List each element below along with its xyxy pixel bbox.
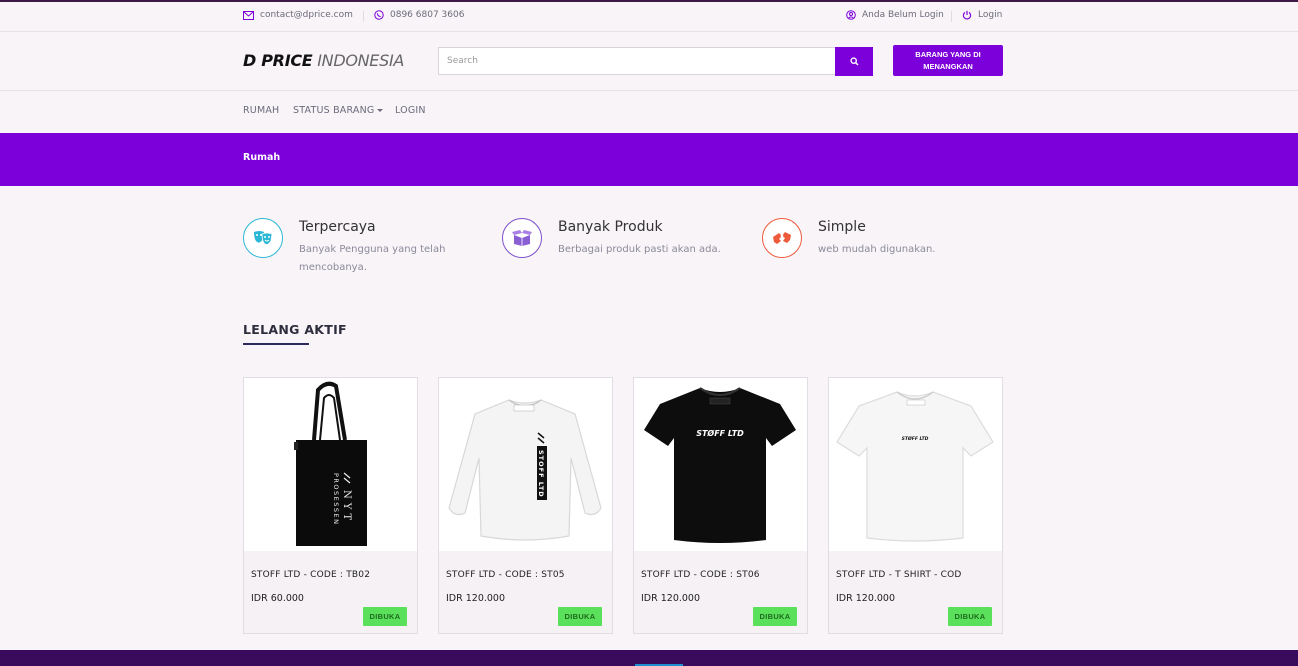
- power-icon: [962, 10, 972, 20]
- contact-phone[interactable]: 0896 6807 3606: [374, 10, 464, 20]
- top-bar: contact@dprice.com 0896 6807 3606 Anda B…: [0, 0, 1298, 32]
- breadcrumb: Rumah: [0, 133, 1298, 186]
- tote-text: PROSESSEN: [332, 473, 340, 526]
- login-link[interactable]: Login: [962, 10, 1002, 20]
- whatsapp-icon: [374, 10, 384, 20]
- section-title: LELANG AKTIF: [243, 322, 347, 337]
- feature-title: Banyak Produk: [558, 219, 663, 235]
- login-link-text: Login: [978, 10, 1003, 20]
- main-nav: RUMAH STATUS BARANG LOGIN: [0, 92, 1298, 133]
- product-price: IDR 120.000: [446, 593, 506, 604]
- footer: [0, 650, 1298, 666]
- product-image-tote-bag[interactable]: PROSESSEN NYT: [244, 378, 417, 551]
- masks-icon: [254, 231, 273, 245]
- feature-icon-circle: [502, 218, 542, 258]
- logo-light-text: INDONESIA: [317, 51, 405, 70]
- product-card[interactable]: PROSESSEN NYT STOFF LTD - CODE : TB02 ID…: [243, 377, 418, 634]
- feature-title: Terpercaya: [299, 219, 376, 235]
- product-name[interactable]: STOFF LTD - CODE : ST06: [641, 570, 760, 580]
- nav-item-label: STATUS BARANG: [293, 105, 375, 116]
- feature-description: web mudah digunakan.: [818, 244, 936, 255]
- feature-description: Banyak Pengguna yang telah mencobanya.: [299, 244, 446, 273]
- login-status-text: Anda Belum Login: [862, 10, 944, 20]
- feature-icon-circle: [243, 218, 283, 258]
- search-button[interactable]: [835, 47, 873, 76]
- feature-description: Berbagai produk pasti akan ada.: [558, 244, 721, 255]
- product-name[interactable]: STOFF LTD - CODE : ST05: [446, 570, 565, 580]
- site-logo[interactable]: D PRICE INDONESIA: [243, 51, 404, 70]
- search-icon: [849, 57, 859, 66]
- box-icon: [512, 230, 532, 246]
- caret-down-icon: [377, 109, 384, 112]
- feature-title: Simple: [818, 219, 866, 235]
- won-items-button[interactable]: BARANG YANG DI MENANGKAN: [893, 45, 1003, 76]
- status-badge[interactable]: DIBUKA: [363, 607, 407, 626]
- nav-item-login[interactable]: LOGIN: [395, 105, 426, 116]
- divider: [363, 11, 364, 22]
- status-badge[interactable]: DIBUKA: [558, 607, 602, 626]
- tshirt-text-small: STØFF LTD: [902, 435, 929, 442]
- login-status: Anda Belum Login: [846, 10, 944, 20]
- product-price: IDR 60.000: [251, 593, 304, 604]
- contact-email[interactable]: contact@dprice.com: [243, 10, 353, 20]
- feature-icon-circle: [762, 218, 802, 258]
- feature-banyak-produk: Banyak Produk Berbagai produk pasti akan…: [502, 218, 728, 259]
- section-underline: [243, 343, 309, 345]
- product-name[interactable]: STOFF LTD - T SHIRT - COD: [836, 570, 962, 580]
- status-badge[interactable]: DIBUKA: [753, 607, 797, 626]
- product-name[interactable]: STOFF LTD - CODE : TB02: [251, 570, 370, 580]
- nav-item-rumah[interactable]: RUMAH: [243, 105, 279, 116]
- envelope-icon: [243, 10, 254, 20]
- feature-terpercaya: Terpercaya Banyak Pengguna yang telah me…: [243, 218, 469, 277]
- product-price: IDR 120.000: [836, 593, 896, 604]
- product-card[interactable]: STOFF LTD STOFF LTD - CODE : ST05 IDR 12…: [438, 377, 613, 634]
- search-input[interactable]: [438, 47, 836, 75]
- longsleeve-text: STOFF LTD: [537, 450, 545, 498]
- hands-icon: [773, 232, 791, 244]
- logo-bold-text: D PRICE: [243, 51, 313, 70]
- nav-item-status-barang[interactable]: STATUS BARANG: [293, 105, 384, 116]
- contact-email-text: contact@dprice.com: [260, 10, 353, 20]
- product-price: IDR 120.000: [641, 593, 701, 604]
- product-image-white-longsleeve[interactable]: STOFF LTD: [439, 378, 612, 551]
- tshirt-text: STØFF LTD: [696, 428, 744, 438]
- tote-text-2: NYT: [341, 490, 352, 524]
- product-image-white-tshirt[interactable]: STØFF LTD: [829, 378, 1002, 551]
- feature-simple: Simple web mudah digunakan.: [762, 218, 988, 259]
- product-card[interactable]: STØFF LTD STOFF LTD - T SHIRT - COD IDR …: [828, 377, 1003, 634]
- user-icon: [846, 10, 856, 20]
- product-card[interactable]: STØFF LTD STOFF LTD - CODE : ST06 IDR 12…: [633, 377, 808, 634]
- contact-phone-text: 0896 6807 3606: [390, 10, 465, 20]
- divider: [951, 11, 952, 22]
- breadcrumb-current: Rumah: [243, 152, 281, 163]
- status-badge[interactable]: DIBUKA: [948, 607, 992, 626]
- header: D PRICE INDONESIA BARANG YANG DI MENANGK…: [0, 32, 1298, 91]
- product-image-black-tshirt[interactable]: STØFF LTD: [634, 378, 807, 551]
